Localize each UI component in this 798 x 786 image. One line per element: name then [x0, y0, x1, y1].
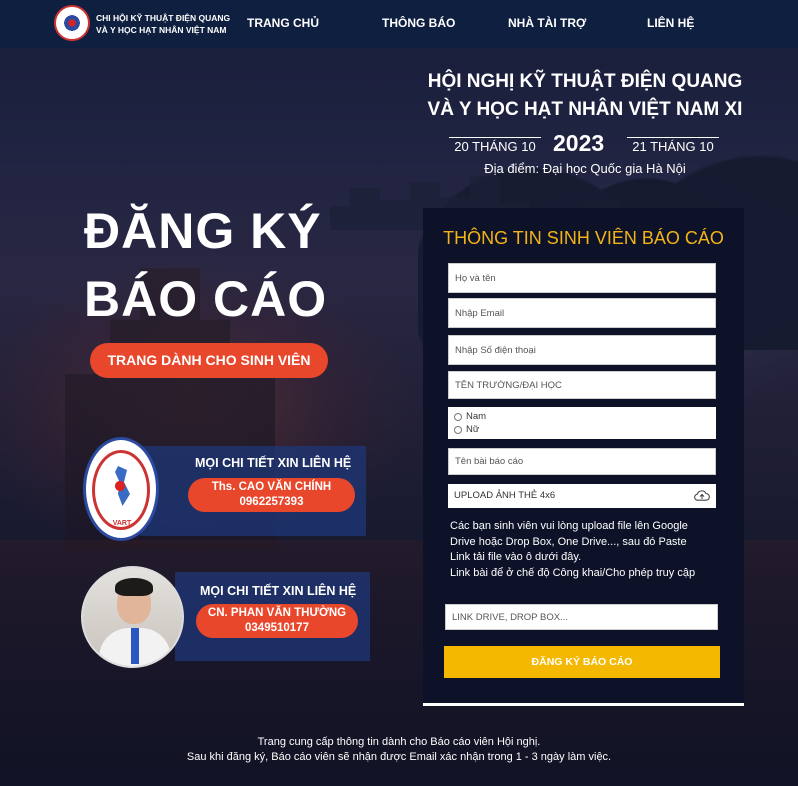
atom-icon	[110, 476, 130, 496]
radio-label: Nam	[466, 411, 487, 422]
gender-radio-group: Nam Nữ	[448, 407, 716, 439]
fullname-input[interactable]	[448, 263, 716, 293]
footer-note-line1: Trang cung cấp thông tin dành cho Báo cá…	[257, 736, 541, 748]
instruction-line: Drive hoặc Drop Box, One Drive..., sau đ…	[450, 535, 687, 548]
contact-pill[interactable]: Ths. CAO VĂN CHÍNH 0962257393	[188, 478, 355, 512]
instruction-line: Các bạn sinh viên vui lòng upload file l…	[450, 520, 688, 532]
radio-button[interactable]	[454, 425, 462, 434]
nav-sponsors[interactable]: NHÀ TÀI TRỢ	[508, 16, 586, 30]
contact-heading: MỌI CHI TIẾT XIN LIÊN HỆ	[200, 584, 357, 598]
organization-logo-avatar: VART	[83, 437, 159, 541]
contact-phone: 0962257393	[239, 496, 304, 508]
email-input[interactable]	[448, 298, 716, 328]
hero-title-line2: BÁO CÁO	[84, 271, 328, 327]
contact-name: CN. PHAN VĂN THƯỜNG	[207, 607, 347, 619]
file-link-input[interactable]	[445, 604, 718, 630]
registration-form-panel: THÔNG TIN SINH VIÊN BÁO CÁO Nam Nữ UPLOA…	[423, 208, 744, 706]
brand-line: VÀ Y HỌC HẠT NHÂN VIỆT NAM	[96, 25, 227, 35]
logo-emblem-icon	[62, 13, 82, 33]
logo[interactable]	[54, 5, 90, 41]
nav-announcements[interactable]: THÔNG BÁO	[382, 16, 455, 30]
date-end: 21 THÁNG 10	[627, 137, 719, 154]
nav-contact[interactable]: LIÊN HỆ	[647, 16, 694, 30]
photo-hair	[115, 578, 153, 596]
instruction-line: Link tải file vào ô dưới đây.	[450, 551, 582, 563]
radio-option-female[interactable]: Nữ	[454, 423, 710, 436]
photo-upload-field[interactable]: UPLOAD ẢNH THẺ 4x6	[448, 484, 716, 508]
photo-lanyard	[131, 628, 139, 664]
nav-home[interactable]: TRANG CHỦ	[247, 16, 319, 30]
brand-line: CHI HỘI KỸ THUẬT ĐIỆN QUANG	[96, 13, 231, 23]
hero-title-line1: ĐĂNG KÝ	[84, 203, 322, 259]
date-start: 20 THÁNG 10	[449, 137, 541, 154]
conference-title-line1: HỘI NGHỊ KỸ THUẬT ĐIỆN QUANG	[427, 71, 743, 92]
contact-phone: 0349510177	[245, 622, 309, 634]
conference-year: 2023	[553, 130, 605, 156]
contact-heading: MỌI CHI TIẾT XIN LIÊN HỆ	[195, 456, 352, 470]
student-page-button[interactable]: TRANG DÀNH CHO SINH VIÊN	[90, 343, 328, 378]
school-input[interactable]	[448, 371, 716, 399]
radio-option-male[interactable]: Nam	[454, 410, 710, 423]
footer-note-line2: Sau khi đăng ký, Báo cáo viên sẽ nhận đư…	[186, 751, 612, 763]
cloud-upload-icon[interactable]	[694, 489, 710, 502]
form-title: THÔNG TIN SINH VIÊN BÁO CÁO	[443, 228, 724, 248]
upload-instructions: Các bạn sinh viên vui lòng upload file l…	[450, 519, 722, 581]
phone-input[interactable]	[448, 335, 716, 365]
logo-text: VART	[112, 520, 132, 527]
radio-button[interactable]	[454, 412, 462, 421]
contact-photo-avatar	[81, 566, 184, 668]
form-bottom-border	[423, 703, 744, 706]
venue: Địa điểm: Đại học Quốc gia Hà Nội	[484, 161, 686, 176]
brand-name[interactable]: CHI HỘI KỸ THUẬT ĐIỆN QUANG VÀ Y HỌC HẠT…	[96, 12, 230, 36]
contact-pill[interactable]: CN. PHAN VĂN THƯỜNG 0349510177	[196, 604, 358, 638]
submit-registration-button[interactable]: ĐĂNG KÝ BÁO CÁO	[444, 646, 720, 678]
conference-title-line2: VÀ Y HỌC HẠT NHÂN VIỆT NAM XI	[427, 99, 743, 120]
report-title-input[interactable]	[448, 448, 716, 475]
upload-label: UPLOAD ẢNH THẺ 4x6	[454, 490, 556, 501]
radio-label: Nữ	[466, 424, 480, 435]
navbar: CHI HỘI KỸ THUẬT ĐIỆN QUANG VÀ Y HỌC HẠT…	[0, 0, 798, 48]
instruction-line: Link bài để ở chế độ Công khai/Cho phép …	[450, 566, 696, 579]
contact-name: Ths. CAO VĂN CHÍNH	[211, 481, 332, 493]
